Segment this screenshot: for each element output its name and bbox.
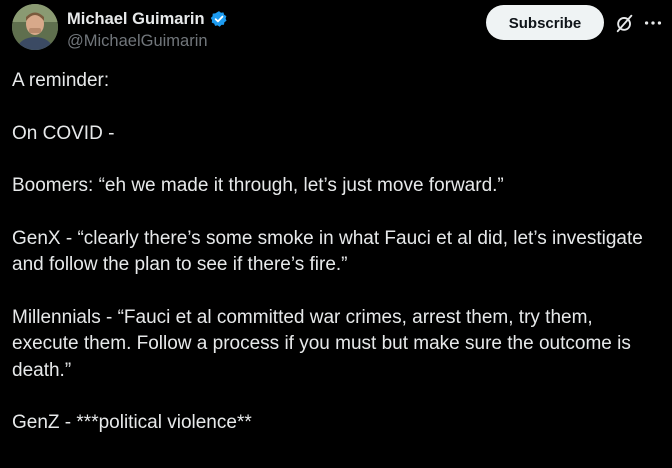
- grok-icon[interactable]: [614, 12, 636, 34]
- author-handle[interactable]: @MichaelGuimarin: [67, 32, 228, 51]
- tweet-paragraph: On COVID -: [12, 122, 115, 144]
- tweet-text: A reminder: On COVID - Boomers: “eh we m…: [12, 68, 660, 463]
- author-display-name[interactable]: Michael Guimarin: [67, 10, 205, 29]
- tweet-paragraph: Boomers: “eh we made it through, let’s j…: [12, 175, 504, 196]
- tweet-paragraph: GenZ - ***political violence**: [12, 412, 252, 433]
- tweet-paragraph: A reminder:: [12, 70, 110, 91]
- tweet-paragraph: Millennials - “Fauci et al committed war…: [12, 306, 631, 381]
- tweet-paragraph: GenX - “clearly there’s some smoke in wh…: [12, 227, 643, 276]
- verified-badge-icon: [210, 10, 228, 28]
- tweet-header: Michael Guimarin @MichaelGuimarin Subscr…: [12, 4, 662, 52]
- subscribe-button[interactable]: Subscribe: [486, 5, 604, 40]
- more-options-icon[interactable]: [642, 12, 664, 34]
- user-info: Michael Guimarin @MichaelGuimarin: [67, 8, 228, 51]
- avatar[interactable]: [12, 4, 58, 50]
- name-row: Michael Guimarin: [67, 8, 228, 30]
